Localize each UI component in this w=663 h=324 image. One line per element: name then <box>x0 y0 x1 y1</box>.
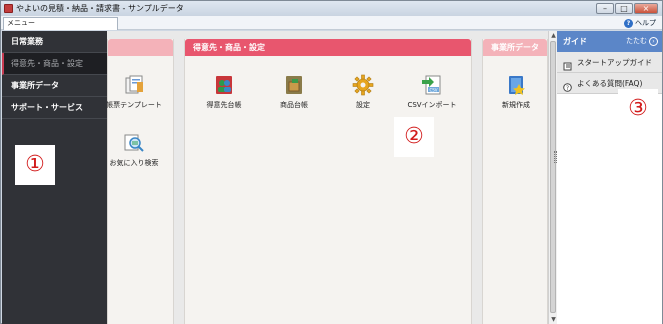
close-button[interactable]: × <box>634 3 658 14</box>
svg-text:?: ? <box>566 85 569 92</box>
panel-header: 事業所データ <box>483 39 547 56</box>
tile-label: 設定 <box>356 101 370 109</box>
sidebar-item-support-service[interactable]: サポート・サービス <box>2 97 107 119</box>
panel-office-data: 事業所データ 新規作成 <box>482 39 548 324</box>
scroll-down-icon[interactable]: ▼ <box>549 315 557 324</box>
app-window: やよいの見積・納品・請求書 - サンプルデータ – □ × メニュー ? ヘルプ… <box>0 0 663 324</box>
guide-item-startup-guide[interactable]: スタートアップガイド <box>557 52 662 73</box>
new-data-icon <box>505 74 527 96</box>
maximize-button[interactable]: □ <box>615 3 633 14</box>
panel-header: 得意先・商品・設定 <box>185 39 471 56</box>
tile-label: 商品台帳 <box>280 101 308 109</box>
tile-csv-import[interactable]: CSV CSVインポート <box>399 74 465 118</box>
panel-customers-products-settings: 得意先・商品・設定 得意先台帳 商品台帳 設定 CSV CSVインポート <box>184 39 472 324</box>
tile-new-data[interactable]: 新規作成 <box>483 74 549 118</box>
help-circle-icon: ? <box>624 18 633 28</box>
book-icon <box>563 58 572 71</box>
window-title: やよいの見積・納品・請求書 - サンプルデータ <box>16 4 184 13</box>
tile-label: 得意先台帳 <box>206 101 242 109</box>
scroll-thumb[interactable] <box>550 41 556 313</box>
favorite-search-icon <box>123 132 145 154</box>
tile-product-ledger[interactable]: 商品台帳 <box>261 74 327 118</box>
panel-daily-work: 帳票テンプレート お気に入り検索 <box>107 39 174 324</box>
tile-label: 帳票テンプレート <box>107 101 162 109</box>
main-content: 帳票テンプレート お気に入り検索 得意先・商品・設定 得意先台帳 商品台帳 設定… <box>107 31 557 324</box>
tile-customer-ledger[interactable]: 得意先台帳 <box>191 74 257 118</box>
tile-label: 新規作成 <box>502 101 530 109</box>
sidebar-item-office-data[interactable]: 事業所データ <box>2 75 107 97</box>
guide-header: ガイド たたむ › <box>557 31 662 52</box>
marker-two: ② <box>394 117 434 157</box>
marker-one: ① <box>15 145 55 185</box>
chevron-right-icon: › <box>649 36 658 46</box>
menu-tab[interactable]: メニュー <box>3 17 118 30</box>
customer-ledger-icon <box>213 74 235 96</box>
tile-form-template[interactable]: 帳票テンプレート <box>107 74 174 118</box>
panel-header <box>108 39 173 56</box>
tile-label: CSVインポート <box>407 101 457 109</box>
guide-item-label: よくある質問(FAQ) <box>577 79 643 88</box>
tile-favorite-search[interactable]: お気に入り検索 <box>107 132 174 176</box>
help-link[interactable]: ? ヘルプ <box>624 18 656 28</box>
vertical-scrollbar[interactable]: ▲ ▼ <box>548 31 557 324</box>
gear-icon <box>352 74 374 96</box>
marker-three: ③ <box>618 89 658 129</box>
sidebar-item-customers-products-settings[interactable]: 得意先・商品・設定 <box>2 53 107 75</box>
title-bar: やよいの見積・納品・請求書 - サンプルデータ – □ × <box>1 1 662 16</box>
app-logo-icon <box>4 4 13 13</box>
guide-title: ガイド <box>563 37 587 46</box>
help-label: ヘルプ <box>635 19 656 27</box>
collapse-button[interactable]: たたむ › <box>626 36 658 46</box>
form-template-icon <box>123 74 145 96</box>
svg-text:CSV: CSV <box>429 87 437 92</box>
minimize-button[interactable]: – <box>596 3 614 14</box>
guide-item-label: スタートアップガイド <box>577 58 652 67</box>
question-icon: ? <box>563 79 572 92</box>
guide-pane: ガイド たたむ › スタートアップガイド ? よくある質問(FAQ) <box>557 31 662 324</box>
tile-label: お気に入り検索 <box>109 159 159 167</box>
sidebar-item-daily-work[interactable]: 日常業務 <box>2 31 107 53</box>
tile-settings[interactable]: 設定 <box>330 74 396 118</box>
product-ledger-icon <box>283 74 305 96</box>
csv-import-icon: CSV <box>421 74 443 96</box>
scroll-up-icon[interactable]: ▲ <box>549 31 557 40</box>
menu-bar: メニュー ? ヘルプ <box>1 16 662 30</box>
collapse-label: たたむ <box>626 37 647 45</box>
